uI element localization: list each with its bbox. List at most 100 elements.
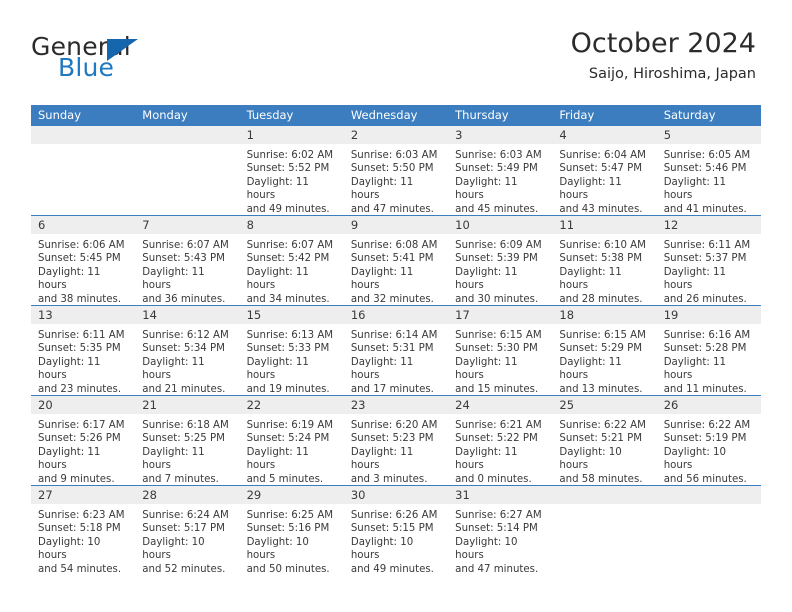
day-number: 4 [559,128,567,142]
day-number-band: 25 [552,396,657,414]
calendar-week-row: 20 Sunrise: 6:17 AM Sunset: 5:26 PM Dayli… [31,395,761,485]
calendar-day-cell[interactable]: 8 Sunrise: 6:07 AM Sunset: 5:42 PM Daylig… [239,216,344,305]
day-sun-info: Sunrise: 6:27 AM Sunset: 5:14 PM Dayligh… [455,510,542,575]
calendar-day-cell[interactable]: 7 Sunrise: 6:07 AM Sunset: 5:43 PM Daylig… [135,216,240,305]
calendar-day-cell[interactable]: 1 Sunrise: 6:02 AM Sunset: 5:52 PM Daylig… [239,126,344,215]
day-number: 16 [350,308,366,322]
day-sun-info: Sunrise: 6:20 AM Sunset: 5:23 PM Dayligh… [350,420,438,485]
title-block: October 2024 Saijo, Hiroshima, Japan [571,28,756,83]
weekday-header-saturday: Saturday [663,108,716,122]
calendar-week-row: 13 Sunrise: 6:11 AM Sunset: 5:35 PM Dayli… [31,305,761,395]
brand-logo: General Blue [31,32,241,82]
day-number: 12 [663,218,679,232]
day-number-band: 11 [552,216,657,234]
calendar-day-cell[interactable]: 10 Sunrise: 6:09 AM Sunset: 5:39 PM Dayli… [448,216,553,305]
day-sun-info: Sunrise: 6:06 AM Sunset: 5:45 PM Dayligh… [38,240,125,305]
day-number: 2 [350,128,359,142]
calendar-day-cell[interactable]: 19 Sunrise: 6:16 AM Sunset: 5:28 PM Dayli… [656,306,761,395]
day-sun-info: Sunrise: 6:26 AM Sunset: 5:15 PM Dayligh… [350,510,438,575]
day-sun-info [31,144,135,149]
day-number: 15 [246,308,262,322]
calendar-page: General Blue October 2024 Saijo, Hiroshi… [0,0,792,612]
page-subtitle: Saijo, Hiroshima, Japan [588,66,756,82]
calendar-day-cell[interactable]: 29 Sunrise: 6:25 AM Sunset: 5:16 PM Dayli… [239,486,344,575]
day-number: 1 [246,128,254,142]
calendar-day-cell[interactable]: 17 Sunrise: 6:15 AM Sunset: 5:30 PM Dayli… [448,306,553,395]
day-sun-info: Sunrise: 6:07 AM Sunset: 5:42 PM Dayligh… [246,240,334,305]
calendar-day-cell[interactable]: 16 Sunrise: 6:14 AM Sunset: 5:31 PM Dayli… [343,306,449,395]
day-sun-info: Sunrise: 6:22 AM Sunset: 5:19 PM Dayligh… [663,420,751,485]
day-number-band: 29 [239,486,344,504]
day-number: 20 [38,398,53,412]
day-number-band: 3 [448,126,553,144]
calendar-day-cell[interactable]: 5 Sunrise: 6:05 AM Sunset: 5:46 PM Daylig… [656,126,761,215]
calendar-day-cell[interactable]: 25 Sunrise: 6:22 AM Sunset: 5:21 PM Dayli… [552,396,657,485]
weekday-header-tuesday: Tuesday [246,108,294,122]
calendar-day-cell[interactable]: 13 Sunrise: 6:11 AM Sunset: 5:35 PM Dayli… [31,306,136,395]
calendar-day-cell[interactable]: 22 Sunrise: 6:19 AM Sunset: 5:24 PM Dayli… [239,396,344,485]
day-number-band: 27 [31,486,136,504]
day-number-band: 12 [656,216,761,234]
calendar-day-cell[interactable]: 15 Sunrise: 6:13 AM Sunset: 5:33 PM Dayli… [239,306,344,395]
day-sun-info: Sunrise: 6:10 AM Sunset: 5:38 PM Dayligh… [559,240,646,305]
calendar-day-cell[interactable]: 21 Sunrise: 6:18 AM Sunset: 5:25 PM Dayli… [135,396,240,485]
calendar-day-cell[interactable]: 20 Sunrise: 6:17 AM Sunset: 5:26 PM Dayli… [31,396,136,485]
day-sun-info: Sunrise: 6:05 AM Sunset: 5:46 PM Dayligh… [663,150,751,215]
day-number: 9 [350,218,359,232]
calendar-day-cell[interactable]: 18 Sunrise: 6:15 AM Sunset: 5:29 PM Dayli… [552,306,657,395]
day-sun-info: Sunrise: 6:08 AM Sunset: 5:41 PM Dayligh… [350,240,438,305]
calendar-day-cell[interactable]: 24 Sunrise: 6:21 AM Sunset: 5:22 PM Dayli… [448,396,553,485]
day-number: 22 [246,398,262,412]
weekday-header-thursday: Thursday [455,108,509,122]
calendar-day-cell[interactable]: 14 Sunrise: 6:12 AM Sunset: 5:34 PM Dayli… [135,306,240,395]
calendar-day-cell[interactable]: 28 Sunrise: 6:24 AM Sunset: 5:17 PM Dayli… [135,486,240,575]
weekday-header-wednesday: Wednesday [350,108,418,122]
calendar-day-cell[interactable]: 6 Sunrise: 6:06 AM Sunset: 5:45 PM Daylig… [31,216,136,305]
day-number-band: 21 [135,396,240,414]
day-number-band: 5 [656,126,761,144]
day-sun-info: Sunrise: 6:16 AM Sunset: 5:28 PM Dayligh… [663,330,751,395]
day-number: 21 [142,398,157,412]
calendar-day-cell[interactable]: 9 Sunrise: 6:08 AM Sunset: 5:41 PM Daylig… [343,216,449,305]
day-sun-info: Sunrise: 6:13 AM Sunset: 5:33 PM Dayligh… [246,330,334,395]
day-number: 28 [142,488,157,502]
calendar-day-cell[interactable]: 4 Sunrise: 6:04 AM Sunset: 5:47 PM Daylig… [552,126,657,215]
calendar-day-cell[interactable]: 27 Sunrise: 6:23 AM Sunset: 5:18 PM Dayli… [31,486,136,575]
day-number: 25 [559,398,575,412]
calendar-weeks: 1 Sunrise: 6:02 AM Sunset: 5:52 PM Daylig… [31,126,761,575]
weekday-header-friday: Friday [559,108,595,122]
day-number-band: 19 [656,306,761,324]
day-number: 5 [663,128,672,142]
calendar-day-cell[interactable]: 3 Sunrise: 6:03 AM Sunset: 5:49 PM Daylig… [448,126,553,215]
day-number-band: 15 [239,306,344,324]
day-number-band: 4 [552,126,657,144]
day-number: 26 [663,398,679,412]
day-number-band: 6 [31,216,136,234]
day-number: 8 [246,218,254,232]
calendar-day-cell[interactable]: 2 Sunrise: 6:03 AM Sunset: 5:50 PM Daylig… [343,126,449,215]
day-sun-info: Sunrise: 6:15 AM Sunset: 5:30 PM Dayligh… [455,330,542,395]
day-sun-info: Sunrise: 6:19 AM Sunset: 5:24 PM Dayligh… [246,420,334,485]
day-number: 24 [455,398,470,412]
calendar-day-cell[interactable]: 31 Sunrise: 6:27 AM Sunset: 5:14 PM Dayli… [448,486,553,575]
day-number: 17 [455,308,470,322]
day-number: 27 [38,488,53,502]
day-number: 19 [663,308,679,322]
calendar-day-cell[interactable]: 30 Sunrise: 6:26 AM Sunset: 5:15 PM Dayli… [343,486,449,575]
calendar-day-cell[interactable]: 23 Sunrise: 6:20 AM Sunset: 5:23 PM Dayli… [343,396,449,485]
calendar-day-cell[interactable]: 12 Sunrise: 6:11 AM Sunset: 5:37 PM Dayli… [656,216,761,305]
day-number: 6 [38,218,46,232]
calendar-day-cell[interactable]: 26 Sunrise: 6:22 AM Sunset: 5:19 PM Dayli… [656,396,761,485]
day-sun-info: Sunrise: 6:04 AM Sunset: 5:47 PM Dayligh… [559,150,646,215]
day-number-band: 17 [448,306,553,324]
day-number-band: 8 [239,216,344,234]
weekday-header-monday: Monday [142,108,188,122]
calendar-day-cell[interactable]: 11 Sunrise: 6:10 AM Sunset: 5:38 PM Dayli… [552,216,657,305]
day-number-band: 20 [31,396,136,414]
day-number: 23 [350,398,366,412]
calendar-day-cell-empty [31,126,136,215]
day-number: 7 [142,218,150,232]
calendar-grid: Sunday Monday Tuesday Wednesday Thursday Frid… [31,105,761,575]
day-number-band: 22 [239,396,344,414]
day-number-band: 31 [448,486,553,504]
